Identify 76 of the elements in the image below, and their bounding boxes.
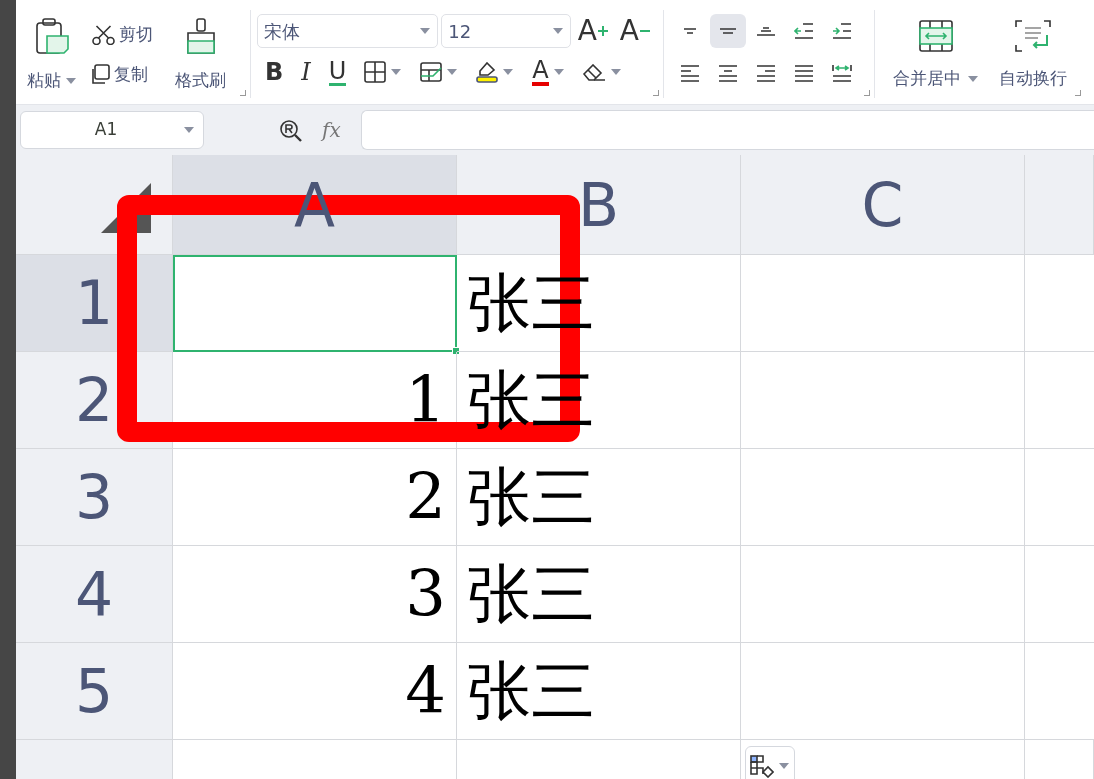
clipboard-icon [35, 18, 69, 54]
row-header[interactable]: 3 [16, 449, 173, 546]
table-cell[interactable] [741, 449, 1025, 546]
table-cell[interactable] [741, 546, 1025, 643]
table-cell[interactable] [741, 643, 1025, 740]
copy-button[interactable]: 复制 [88, 59, 157, 89]
bold-button[interactable]: B [261, 58, 288, 86]
italic-button[interactable]: I [297, 58, 315, 86]
format-painter-button[interactable]: 格式刷 [175, 18, 226, 100]
align-outdent-icon [794, 23, 814, 39]
table-cell[interactable]: 张三 [457, 449, 741, 546]
align-middle-icon [719, 28, 737, 34]
name-box[interactable]: A1 [20, 111, 204, 149]
align-top-icon [683, 28, 697, 34]
font-family-select[interactable]: 宋体 [257, 14, 439, 48]
align-center-icon [718, 64, 738, 82]
table-cell[interactable]: 张三 [457, 643, 741, 740]
merge-cells-icon [919, 20, 953, 52]
table-cell[interactable] [741, 255, 1025, 352]
function-label[interactable]: fx [322, 115, 341, 145]
align-middle-button[interactable] [710, 14, 746, 48]
align-justify-icon [794, 64, 814, 82]
caret-icon [551, 27, 564, 35]
caret-icon [967, 74, 979, 83]
fill-handle[interactable] [452, 347, 460, 355]
zoom-icon [280, 119, 302, 142]
font-size-select[interactable]: 12 [441, 14, 571, 48]
plus-icon [596, 25, 609, 37]
caret-icon [419, 27, 432, 35]
scissors-icon [92, 24, 115, 45]
shrink-font-button[interactable]: A [615, 15, 655, 47]
dialog-launcher-icon[interactable] [653, 90, 659, 96]
brush-icon [186, 18, 215, 54]
align-bottom-icon [756, 26, 776, 36]
align-right-icon [756, 64, 776, 82]
table-cell[interactable]: 张三 [457, 546, 741, 643]
caret-icon [65, 76, 77, 85]
table-cell[interactable]: 2 [173, 449, 457, 546]
caret-icon [778, 762, 790, 770]
dialog-launcher-icon[interactable] [240, 90, 246, 96]
dialog-launcher-icon[interactable] [864, 90, 870, 96]
table-cell[interactable]: 4 [173, 643, 457, 740]
caret-icon [183, 126, 195, 134]
font-color-button[interactable]: A [528, 56, 569, 88]
paste-button[interactable]: 粘贴 [24, 18, 80, 100]
column-header[interactable]: C [741, 155, 1025, 255]
grid-icon [364, 61, 387, 83]
minus-icon [639, 30, 651, 32]
wrap-text-icon [1015, 20, 1051, 52]
caret-icon [502, 68, 515, 76]
align-indent-icon [832, 23, 852, 39]
grow-font-button[interactable]: A [573, 15, 613, 47]
row-header[interactable]: 4 [16, 546, 173, 643]
cut-button[interactable]: 剪切 [88, 20, 157, 50]
align-left-icon [680, 64, 700, 82]
table-cell[interactable] [173, 255, 457, 352]
dialog-launcher-icon[interactable] [1075, 90, 1081, 96]
paste-options-menu[interactable] [745, 746, 795, 779]
table-cell[interactable]: 3 [173, 546, 457, 643]
copy-icon [92, 64, 110, 85]
caret-icon [552, 68, 565, 76]
eraser-icon [582, 63, 606, 81]
caret-icon [390, 68, 403, 76]
paste-format-icon [750, 754, 774, 778]
paint-bucket-icon [476, 61, 499, 83]
merge-center-button[interactable]: 合并居中 [893, 20, 979, 100]
table-cell[interactable]: 1 [173, 352, 457, 449]
table-pen-icon [420, 62, 443, 82]
row-header[interactable]: 5 [16, 643, 173, 740]
table-cell[interactable] [741, 352, 1025, 449]
wrap-text-button[interactable]: 自动换行 [999, 20, 1067, 100]
caret-icon [609, 68, 622, 76]
formula-input[interactable] [360, 110, 1094, 150]
underline-button[interactable]: U [324, 56, 351, 88]
align-distributed-icon [832, 64, 852, 82]
caret-icon [446, 68, 459, 76]
